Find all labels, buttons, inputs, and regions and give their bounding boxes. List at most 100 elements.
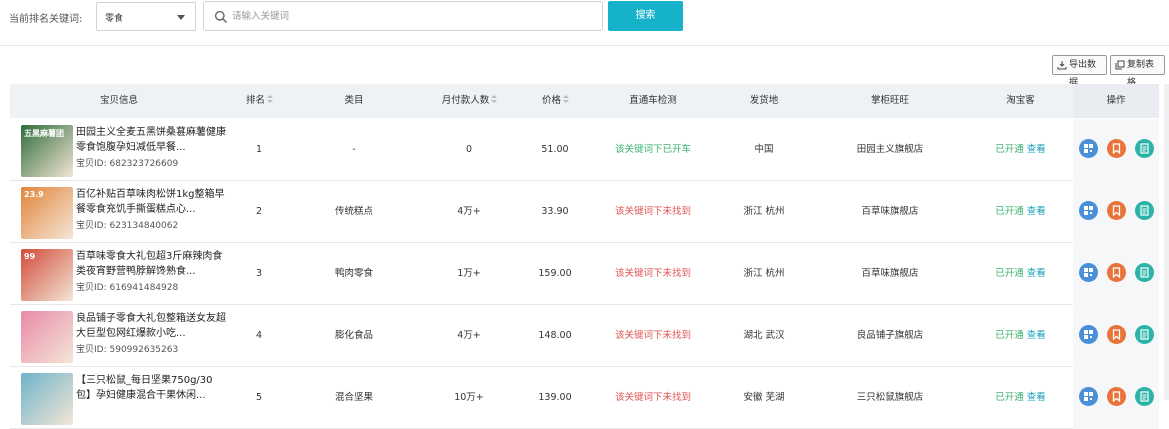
report-button[interactable]: [1135, 139, 1154, 158]
product-thumbnail[interactable]: [21, 311, 73, 363]
copy-table-button[interactable]: 复制表格: [1110, 55, 1165, 88]
report-button[interactable]: [1135, 387, 1154, 406]
copy-icon: [1115, 60, 1125, 70]
col-ship-from: 发货地: [749, 95, 779, 106]
product-title[interactable]: 百亿补贴百草味肉松饼1kg整箱早餐零食充饥手撕蛋糕点心...: [76, 187, 226, 217]
table-row: 良品铺子零食大礼包整箱送女友超大巨型包网红爆款小吃... 宝贝ID: 590992…: [10, 305, 1159, 367]
ship-from-cell: 中国: [754, 144, 774, 155]
item-id: 宝贝ID: 590992635263: [76, 345, 179, 355]
col-monthly-buyers[interactable]: 月付款人数: [418, 84, 520, 118]
col-item-info: 宝贝信息: [99, 95, 138, 106]
ztc-status-cell: 该关键词下未找到: [614, 268, 691, 279]
keyword-label: 当前排名关键词:: [9, 14, 83, 25]
taobaoke-cell: 已开通 查看: [968, 181, 1073, 243]
item-id: 宝贝ID: 616941484928: [76, 283, 179, 293]
document-icon: [1140, 391, 1149, 402]
product-title[interactable]: 田园主义全麦五黑饼桑葚麻薯健康零食饱腹孕妇减低早餐...: [76, 125, 226, 155]
report-button[interactable]: [1135, 201, 1154, 220]
bookmark-icon: [1112, 143, 1121, 154]
sort-icon: [563, 95, 569, 104]
taobaoke-view-link[interactable]: 查看: [1027, 330, 1046, 341]
search-icon: [214, 10, 228, 24]
actions-cell: [1073, 305, 1159, 367]
document-icon: [1140, 205, 1149, 216]
qrcode-icon: [1084, 268, 1093, 277]
category-cell: 混合坚果: [334, 392, 373, 403]
col-taobaoke: 淘宝客: [1006, 95, 1035, 106]
export-data-button[interactable]: 导出数据: [1052, 55, 1107, 88]
bookmark-button[interactable]: [1107, 201, 1126, 220]
taobaoke-view-link[interactable]: 查看: [1027, 206, 1046, 217]
qrcode-button[interactable]: [1079, 201, 1098, 220]
taobaoke-view-link[interactable]: 查看: [1027, 268, 1046, 279]
search-button[interactable]: 搜索: [608, 1, 683, 31]
bookmark-icon: [1112, 391, 1121, 402]
qrcode-icon: [1084, 392, 1093, 401]
price-cell: 51.00: [541, 144, 569, 155]
bookmark-button[interactable]: [1107, 263, 1126, 282]
bookmark-button[interactable]: [1107, 387, 1126, 406]
thumbnail-text: 23.9: [24, 190, 44, 199]
taobaoke-view-link[interactable]: 查看: [1027, 392, 1046, 403]
category-cell: -: [352, 144, 356, 155]
ship-from-cell: 浙江 杭州: [743, 206, 785, 217]
actions-cell: [1073, 119, 1159, 181]
product-title[interactable]: 【三只松鼠_每日坚果750g/30包】孕妇健康混合干果休闲...: [76, 373, 226, 403]
table-row: 【三只松鼠_每日坚果750g/30包】孕妇健康混合干果休闲... 5 混合坚果 10万…: [10, 367, 1159, 429]
report-button[interactable]: [1135, 263, 1154, 282]
qrcode-button[interactable]: [1079, 325, 1098, 344]
item-id: 宝贝ID: 682323726609: [76, 159, 179, 169]
qrcode-button[interactable]: [1079, 387, 1098, 406]
bookmark-icon: [1112, 205, 1121, 216]
document-icon: [1140, 143, 1149, 154]
rank-cell: 2: [255, 206, 263, 217]
monthly-buyers-cell: 4万+: [457, 206, 481, 217]
ship-from-cell: 安徽 芜湖: [743, 392, 785, 403]
price-cell: 159.00: [538, 268, 572, 279]
taobaoke-cell: 已开通 查看: [968, 119, 1073, 181]
qrcode-button[interactable]: [1079, 263, 1098, 282]
search-toolbar: 当前排名关键词: 零食 搜索: [0, 0, 1169, 46]
product-thumbnail[interactable]: 99: [21, 249, 73, 301]
col-category: 类目: [344, 95, 364, 106]
ztc-status-cell: 该关键词下未找到: [614, 206, 691, 217]
product-thumbnail[interactable]: 五黑麻薯团: [21, 125, 73, 177]
col-price[interactable]: 价格: [520, 84, 590, 118]
price-cell: 139.00: [538, 392, 572, 403]
product-thumbnail[interactable]: 23.9: [21, 187, 73, 239]
shop-cell: 良品铺子旗舰店: [856, 330, 924, 341]
shop-cell: 百草味旗舰店: [861, 206, 919, 217]
product-title[interactable]: 良品铺子零食大礼包整箱送女友超大巨型包网红爆款小吃...: [76, 311, 226, 341]
sort-icon: [267, 95, 273, 104]
vertical-scrollbar[interactable]: [1164, 84, 1169, 400]
chevron-down-icon: [177, 15, 185, 20]
product-title[interactable]: 百草味零食大礼包超3斤麻辣肉食类夜宵野营鸭脖解馋熟食...: [76, 249, 226, 279]
item-id: 宝贝ID: 623134840062: [76, 221, 179, 231]
search-input[interactable]: [232, 6, 592, 26]
col-ztc-check: 直通车检测: [629, 95, 677, 106]
taobaoke-status: 已开通: [995, 392, 1024, 403]
sort-icon: [491, 95, 498, 104]
keyword-select[interactable]: 零食: [96, 2, 196, 31]
search-box[interactable]: [203, 1, 603, 31]
monthly-buyers-cell: 10万+: [454, 392, 484, 403]
report-button[interactable]: [1135, 325, 1154, 344]
table-row: 23.9 百亿补贴百草味肉松饼1kg整箱早餐零食充饥手撕蛋糕点心... 宝贝ID: …: [10, 181, 1159, 243]
table-row: 五黑麻薯团 田园主义全麦五黑饼桑葚麻薯健康零食饱腹孕妇减低早餐... 宝贝ID: 6…: [10, 119, 1159, 181]
shop-cell: 田园主义旗舰店: [856, 144, 924, 155]
keyword-select-value: 零食: [105, 14, 124, 24]
ztc-status-cell: 该关键词下已开车: [614, 144, 691, 155]
category-cell: 鸭肉零食: [334, 268, 373, 279]
bookmark-button[interactable]: [1107, 139, 1126, 158]
taobaoke-view-link[interactable]: 查看: [1027, 144, 1046, 155]
col-rank[interactable]: 排名: [228, 84, 290, 118]
taobaoke-status: 已开通: [995, 206, 1024, 217]
bookmark-icon: [1112, 267, 1121, 278]
qrcode-button[interactable]: [1079, 139, 1098, 158]
actions-cell: [1073, 181, 1159, 243]
document-icon: [1140, 329, 1149, 340]
bookmark-button[interactable]: [1107, 325, 1126, 344]
qrcode-icon: [1084, 330, 1093, 339]
product-thumbnail[interactable]: [21, 373, 73, 425]
taobaoke-status: 已开通: [995, 330, 1024, 341]
